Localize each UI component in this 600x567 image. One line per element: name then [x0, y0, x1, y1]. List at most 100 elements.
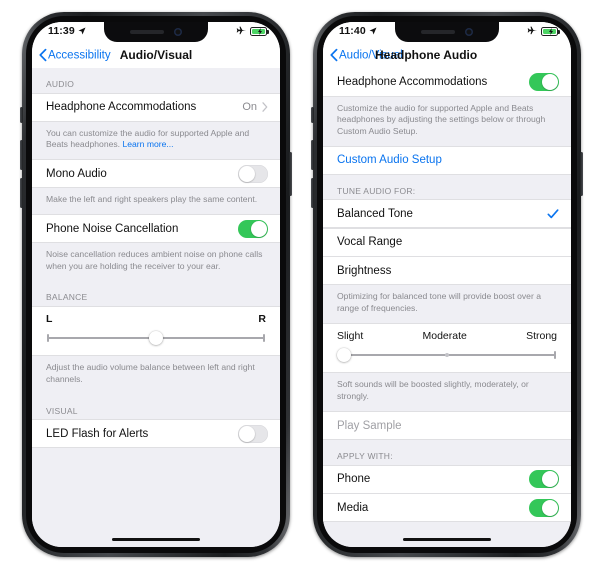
row-custom-audio-setup[interactable]: Custom Audio Setup: [323, 145, 571, 175]
balance-left-label: L: [46, 313, 53, 326]
strength-slider-track-area[interactable]: [337, 348, 557, 363]
toggle-mono-audio[interactable]: [238, 164, 268, 183]
status-time: 11:39: [48, 25, 75, 37]
status-bar-time-group: 11:39: [48, 25, 86, 37]
status-bar-indicators: [527, 26, 560, 36]
home-indicator[interactable]: [403, 537, 491, 541]
footnote-tune-audio: Optimizing for balanced tone will provid…: [337, 291, 541, 313]
row-value: On: [242, 101, 257, 113]
section-header-tune-audio-for: TUNE AUDIO FOR:: [337, 185, 416, 196]
toggle-phone[interactable]: [529, 470, 559, 489]
balance-slider-track-area[interactable]: [46, 331, 266, 346]
toggle-media[interactable]: [529, 498, 559, 517]
footnote-noise-cancellation: Noise cancellation reduces ambient noise…: [46, 249, 263, 271]
strength-mid-label: Moderate: [422, 330, 467, 343]
row-label: Headphone Accommodations: [337, 75, 488, 88]
screenshot-stage: 11:39 Accessibility Audio/Visual AUDIO H…: [0, 0, 600, 567]
row-label: Play Sample: [337, 419, 402, 432]
airplane-mode-icon: [527, 26, 537, 35]
strength-left-label: Slight: [337, 330, 364, 343]
mute-switch[interactable]: [20, 107, 23, 123]
location-arrow-icon: [78, 27, 86, 35]
navigation-bar: Accessibility Audio/Visual: [32, 42, 280, 68]
slider-cap-right: [554, 351, 556, 360]
balance-slider-thumb[interactable]: [149, 331, 163, 346]
device-notch: [395, 22, 499, 42]
row-label: Headphone Accommodations: [46, 101, 197, 113]
page-title: Headphone Audio: [375, 48, 478, 62]
footnote-balance: Adjust the audio volume balance between …: [46, 362, 255, 385]
row-brightness[interactable]: Brightness: [323, 256, 571, 286]
home-indicator[interactable]: [112, 537, 200, 541]
footnote-headphone-accommodations: Customize the audio for supported Apple …: [337, 102, 546, 136]
status-time: 11:40: [339, 25, 366, 37]
strength-right-label: Strong: [526, 330, 557, 343]
row-label: Custom Audio Setup: [337, 154, 442, 167]
section-header-visual: VISUAL: [46, 405, 78, 416]
row-label: Phone: [337, 473, 371, 486]
screen-audio-visual: 11:39 Accessibility Audio/Visual AUDIO H…: [32, 22, 280, 547]
row-headphone-accommodations-toggle[interactable]: Headphone Accommodations: [323, 68, 571, 97]
balance-slider-labels: L R: [46, 313, 266, 325]
row-label: Brightness: [337, 264, 392, 277]
mute-switch[interactable]: [311, 107, 314, 123]
toggle-headphone-accommodations[interactable]: [529, 72, 559, 91]
slider-cap-right: [263, 334, 265, 343]
volume-down-button[interactable]: [311, 178, 314, 208]
status-bar-indicators: [236, 26, 269, 36]
toggle-phone-noise-cancellation[interactable]: [238, 219, 268, 238]
battery-charging-icon: [541, 26, 560, 36]
balance-right-label: R: [258, 313, 266, 326]
screen-headphone-audio: 11:40 Audio/Visual Headphone Audio Headp…: [323, 22, 571, 547]
row-led-flash-for-alerts[interactable]: LED Flash for Alerts: [32, 419, 280, 449]
page-title: Audio/Visual: [119, 48, 193, 62]
earpiece-speaker: [130, 30, 164, 34]
slider-cap-left: [47, 334, 49, 343]
row-mono-audio[interactable]: Mono Audio: [32, 159, 280, 189]
row-vocal-range[interactable]: Vocal Range: [323, 227, 571, 257]
location-arrow-icon: [369, 27, 377, 35]
row-balanced-tone[interactable]: Balanced Tone: [323, 199, 571, 229]
footnote-strength: Soft sounds will be boosted slightly, mo…: [337, 379, 529, 402]
checkmark-icon: [547, 209, 559, 219]
row-strength-slider[interactable]: Slight Moderate Strong: [323, 323, 571, 374]
row-headphone-accommodations[interactable]: Headphone Accommodations On: [32, 92, 280, 122]
battery-charging-icon: [250, 26, 269, 36]
volume-up-button[interactable]: [20, 140, 23, 170]
front-camera-icon: [174, 28, 182, 36]
footnote-mono-audio: Make the left and right speakers play th…: [46, 194, 258, 205]
section-header-apply-with: APPLY WITH:: [337, 451, 393, 462]
front-camera-icon: [465, 28, 473, 36]
status-bar-time-group: 11:40: [339, 25, 377, 37]
row-label: Media: [337, 501, 369, 514]
chevron-left-icon: [330, 48, 338, 62]
settings-list[interactable]: Headphone Accommodations Customize the a…: [323, 68, 571, 547]
section-header-audio: AUDIO: [46, 79, 75, 89]
volume-down-button[interactable]: [20, 178, 23, 208]
section-header-balance: BALANCE: [46, 292, 88, 303]
slider-tick-middle: [445, 352, 449, 357]
row-play-sample[interactable]: Play Sample: [323, 411, 571, 441]
row-balance-slider[interactable]: L R: [32, 306, 280, 357]
toggle-led-flash-for-alerts[interactable]: [238, 424, 268, 443]
power-button[interactable]: [289, 152, 292, 196]
volume-up-button[interactable]: [311, 140, 314, 170]
iphone-device-audio-visual: 11:39 Accessibility Audio/Visual AUDIO H…: [20, 12, 292, 557]
iphone-device-headphone-audio: 11:40 Audio/Visual Headphone Audio Headp…: [311, 12, 583, 557]
strength-slider-labels: Slight Moderate Strong: [337, 330, 557, 342]
row-label: Mono Audio: [46, 167, 107, 180]
row-media[interactable]: Media: [323, 493, 571, 523]
airplane-mode-icon: [236, 26, 246, 35]
row-label: LED Flash for Alerts: [46, 427, 149, 440]
settings-list[interactable]: AUDIO Headphone Accommodations On You ca…: [32, 68, 280, 547]
strength-slider-thumb[interactable]: [337, 348, 351, 363]
power-button[interactable]: [580, 152, 583, 196]
row-label: Balanced Tone: [337, 207, 413, 220]
row-label: Vocal Range: [337, 236, 403, 249]
footnote-headphone-accommodations: You can customize the audio for supporte…: [32, 122, 280, 160]
row-label: Phone Noise Cancellation: [46, 222, 179, 235]
row-phone[interactable]: Phone: [323, 464, 571, 494]
row-value-group: On: [242, 101, 268, 113]
row-phone-noise-cancellation[interactable]: Phone Noise Cancellation: [32, 214, 280, 244]
learn-more-link[interactable]: Learn more...: [122, 139, 173, 149]
